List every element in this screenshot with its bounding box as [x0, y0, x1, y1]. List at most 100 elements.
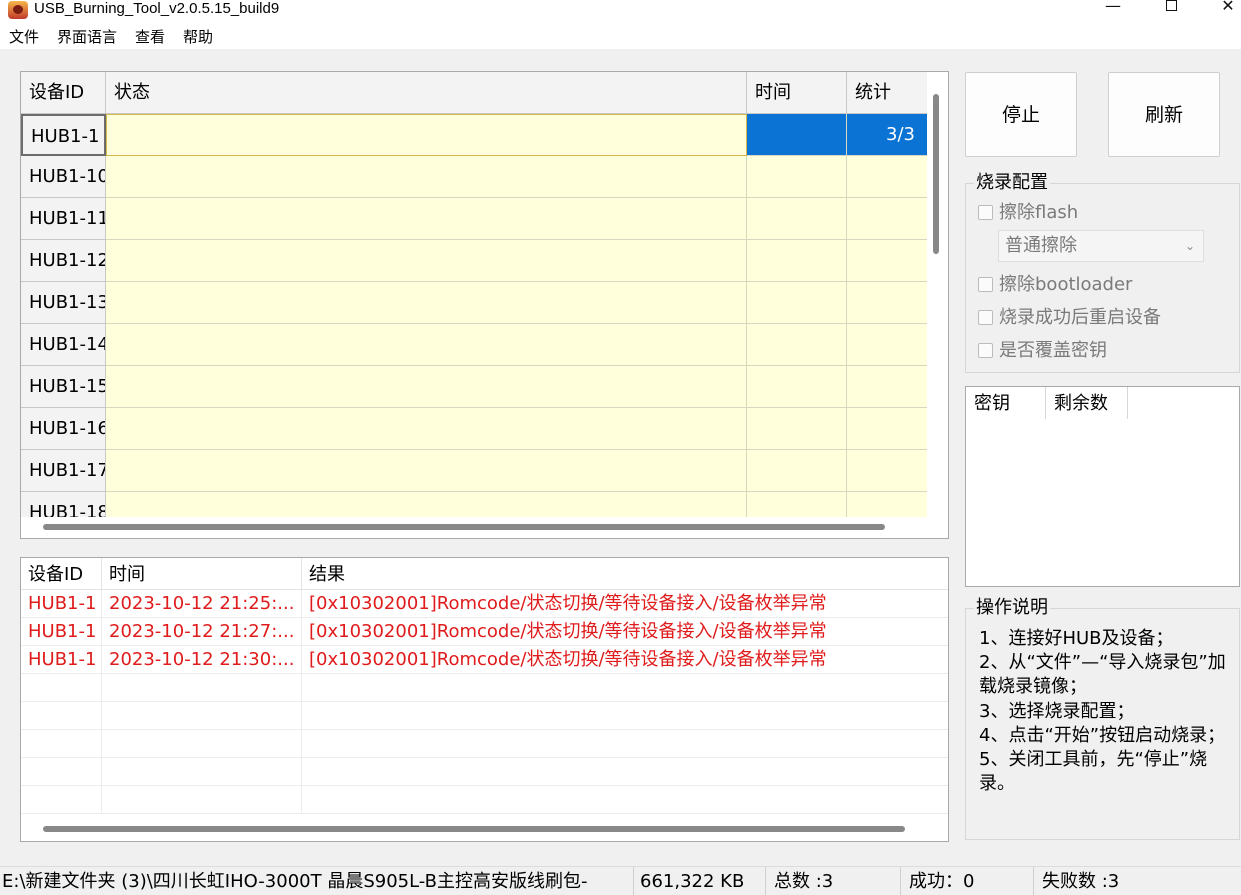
table-row[interactable] [21, 758, 948, 786]
maximize-button[interactable] [1151, 0, 1191, 18]
instruction-line: 5、关闭工具前，先“停止”烧录。 [979, 749, 1208, 795]
log-result-cell [302, 730, 948, 758]
table-row[interactable]: HUB1-1 3/3 [21, 114, 927, 156]
checkbox-icon [978, 205, 993, 220]
refresh-button[interactable]: 刷新 [1108, 72, 1220, 157]
column-header-result[interactable]: 结果 [302, 558, 948, 590]
erase-bootloader-checkbox[interactable]: 擦除bootloader [978, 274, 1132, 296]
column-header-time[interactable]: 时间 [747, 72, 847, 114]
close-button[interactable]: ✕ [1208, 0, 1241, 18]
status-bar: E:\新建文件夹 (3)\四川长虹IHO-3000T 晶晨S905L-B主控高安… [0, 866, 1241, 895]
column-header-remaining[interactable]: 剩余数 [1046, 387, 1128, 419]
menu-language[interactable]: 界面语言 [57, 28, 117, 46]
log-time-cell [102, 730, 302, 758]
menu-file[interactable]: 文件 [9, 28, 39, 46]
table-row[interactable]: HUB1-13 [21, 282, 927, 324]
table-row[interactable] [21, 730, 948, 758]
time-cell [747, 408, 847, 450]
menu-help[interactable]: 帮助 [183, 28, 213, 46]
instructions-title: 操作说明 [974, 597, 1050, 619]
log-table[interactable]: 设备ID 时间 结果 HUB1-1 2023-10-12 21:25:... [0x… [20, 557, 949, 842]
checkbox-icon [978, 277, 993, 292]
count-cell [847, 492, 927, 517]
table-row[interactable]: HUB1-1 2023-10-12 21:25:... [0x10302001]Ro… [21, 590, 948, 618]
log-result-cell: [0x10302001]Romcode/状态切换/等待设备接入/设备枚举异常 [309, 621, 827, 642]
erase-mode-value: 普通擦除 [1005, 235, 1077, 256]
log-table-header: 设备ID 时间 结果 [21, 558, 948, 590]
log-time-cell [102, 674, 302, 702]
count-cell [847, 408, 927, 450]
table-row[interactable]: HUB1-17 [21, 450, 927, 492]
time-cell [747, 492, 847, 517]
column-header-time[interactable]: 时间 [102, 558, 302, 590]
time-cell [747, 450, 847, 492]
table-row[interactable]: HUB1-10 [21, 156, 927, 198]
column-header-status[interactable]: 状态 [106, 72, 747, 114]
log-result-cell: [0x10302001]Romcode/状态切换/等待设备接入/设备枚举异常 [309, 649, 827, 670]
device-id-cell: HUB1-14 [21, 324, 106, 366]
log-device-id-cell: HUB1-1 [21, 618, 102, 646]
horizontal-scrollbar[interactable] [43, 826, 905, 832]
log-time-cell: 2023-10-12 21:30:... [102, 646, 302, 674]
status-cell [106, 324, 747, 366]
table-row[interactable]: HUB1-1 2023-10-12 21:30:... [0x10302001]Ro… [21, 646, 948, 674]
device-id-cell: HUB1-13 [21, 282, 106, 324]
table-row[interactable] [21, 786, 948, 814]
checkbox-icon [978, 310, 993, 325]
instruction-line: 2、从“文件”—“导入烧录包”加载烧录镜像； [979, 652, 1226, 698]
log-result-cell [302, 702, 948, 730]
column-header-device-id[interactable]: 设备ID [21, 72, 106, 114]
overwrite-key-checkbox[interactable]: 是否覆盖密钥 [978, 340, 1107, 362]
instruction-line: 4、点击“开始”按钮启动烧录； [979, 724, 1226, 746]
log-time-cell: 2023-10-12 21:27:... [102, 618, 302, 646]
table-row[interactable]: HUB1-12 [21, 240, 927, 282]
maximize-icon [1165, 0, 1177, 11]
column-header-count[interactable]: 统计 [847, 72, 927, 114]
table-row[interactable]: HUB1-11 [21, 198, 927, 240]
table-row[interactable]: HUB1-16 [21, 408, 927, 450]
table-row[interactable]: HUB1-14 [21, 324, 927, 366]
column-header-key[interactable]: 密钥 [966, 387, 1046, 419]
reboot-checkbox[interactable]: 烧录成功后重启设备 [978, 307, 1161, 329]
vertical-scrollbar[interactable] [933, 94, 939, 254]
horizontal-scrollbar[interactable] [43, 524, 885, 530]
count-cell [847, 198, 927, 240]
device-id-cell: HUB1-17 [21, 450, 106, 492]
time-cell [747, 156, 847, 198]
erase-mode-select[interactable]: 普通擦除 ⌄ [998, 230, 1204, 262]
instructions-text: 1、连接好HUB及设备； 2、从“文件”—“导入烧录包”加载烧录镜像； 3、选择… [979, 627, 1229, 796]
log-device-id-cell [21, 758, 102, 786]
app-icon [8, 1, 28, 19]
count-cell [847, 366, 927, 408]
burn-config-title: 烧录配置 [974, 172, 1050, 194]
log-time-cell [102, 758, 302, 786]
count-cell [847, 282, 927, 324]
erase-flash-checkbox[interactable]: 擦除flash [978, 202, 1078, 224]
status-success: 成功：0 [901, 867, 1034, 895]
device-table-header: 设备ID 状态 时间 统计 [21, 72, 927, 114]
log-result-cell [302, 786, 948, 814]
minimize-button[interactable]: — [1093, 0, 1133, 18]
menu-view[interactable]: 查看 [135, 28, 165, 46]
table-row[interactable]: HUB1-1 2023-10-12 21:27:... [0x10302001]Ro… [21, 618, 948, 646]
status-package-size: 661,322 KB [634, 867, 766, 895]
table-row[interactable] [21, 674, 948, 702]
log-device-id-cell [21, 786, 102, 814]
log-result-cell: [0x10302001]Romcode/状态切换/等待设备接入/设备枚举异常 [309, 593, 827, 614]
table-row[interactable]: HUB1-18 [21, 492, 927, 517]
table-row[interactable] [21, 702, 948, 730]
device-table-body: HUB1-1 3/3 HUB1-10 HUB1-11 HUB1-12 HUB1-13 HUB… [21, 114, 927, 517]
device-id-cell: HUB1-10 [21, 156, 106, 198]
count-cell: 3/3 [847, 114, 927, 156]
key-table[interactable]: 密钥 剩余数 [965, 386, 1240, 587]
status-package-path: E:\新建文件夹 (3)\四川长虹IHO-3000T 晶晨S905L-B主控高安… [0, 867, 634, 895]
count-cell [847, 324, 927, 366]
device-id-cell: HUB1-1 [21, 114, 106, 156]
table-row[interactable]: HUB1-15 [21, 366, 927, 408]
status-cell [106, 156, 747, 198]
stop-button[interactable]: 停止 [965, 72, 1077, 157]
burn-config-group: 烧录配置 擦除flash 普通擦除 ⌄ 擦除bootloader 烧录成功后重启… [965, 172, 1240, 373]
column-header-device-id[interactable]: 设备ID [21, 558, 102, 590]
status-cell [106, 114, 747, 156]
device-table[interactable]: 设备ID 状态 时间 统计 HUB1-1 3/3 HUB1-10 HUB1-11 HUB… [20, 71, 949, 539]
